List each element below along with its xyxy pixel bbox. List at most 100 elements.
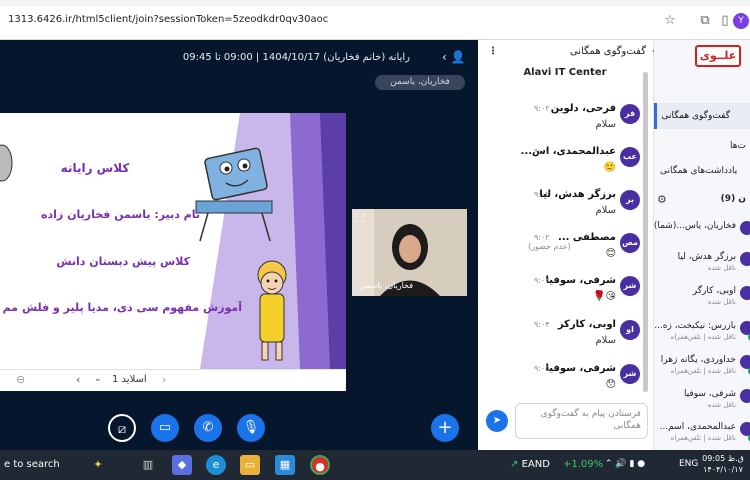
edge-icon[interactable]: e — [206, 455, 226, 475]
star-icon[interactable]: ☆ — [662, 13, 678, 29]
user-list-item[interactable]: اوبی، کارگر ناقل شده — [660, 284, 750, 318]
presentation-slide: کلاس رایانه نام دبیر: یاسمن فخاریان زاده… — [0, 113, 346, 369]
chat-message: او اوبی، کارکر ۹:۰۴ سلام — [490, 318, 640, 362]
message-text: 😯 — [605, 379, 616, 390]
user-avatar: شر — [620, 276, 640, 296]
webcam-video[interactable]: ⛶ فخاریان، یاسمن — [352, 209, 467, 296]
user-list-item[interactable]: برزگر هدش، لیا ناقل شده — [660, 250, 750, 284]
file-explorer-icon[interactable]: ▭ — [240, 455, 260, 475]
message-time: ۹:۰۲ — [534, 147, 550, 156]
slide-background — [0, 113, 346, 369]
message-text: 🌹😘 — [593, 291, 616, 302]
sidebar-icon[interactable]: ▯ — [717, 13, 733, 29]
fullscreen-icon[interactable]: ⛶ — [356, 212, 364, 226]
user-list-item[interactable]: خداوردی، یگانه زهرا ناقل شده | تلفن‌همرا… — [660, 353, 750, 387]
microphone-button[interactable]: 🎙 — [237, 414, 265, 442]
nav-item-chats[interactable]: ت‌ها — [660, 141, 750, 151]
slide-line-2: نام دبیر: یاسمن فخاریان زاده — [41, 208, 200, 221]
slide-line-3: کلاس پیش دبستان دانش — [56, 255, 190, 268]
slide-toolbar: ⊖ ‹ ⌄ اسلاید 1 › — [0, 369, 346, 391]
user-avatar: عب — [620, 147, 640, 167]
profile-avatar[interactable]: Y — [733, 13, 749, 29]
address-bar[interactable]: 1313.6426.ir/html5client/join?sessionTok… — [8, 14, 328, 25]
slide-line-4: آموزش مفهوم سی دی، مدیا پلیر و فلش مم — [2, 301, 242, 314]
message-sender: شرفی، سوفیا — [545, 275, 617, 286]
task-view-icon[interactable]: ▥ — [138, 455, 158, 475]
actions-plus-button[interactable]: + — [431, 414, 459, 442]
chat-welcome-banner: Alavi IT Center — [523, 67, 607, 78]
stock-name: EAND — [521, 459, 550, 470]
brand-logo: علــوی — [695, 45, 741, 67]
user-list-item[interactable]: بازرس: نیکبخت، زه... ناقل شده | تلفن‌همر… — [654, 319, 750, 353]
message-time: ۹:۰۴ — [534, 320, 550, 329]
meeting-title: رایانه (خانم فخاریان) 1404/10/17 | 09:00… — [182, 52, 410, 63]
user-status: ناقل شده — [707, 401, 736, 409]
chat-message: شر شرفی، سوفیا ۹:۰۵ 😯 — [490, 362, 640, 406]
message-time: ۹:۰۲ — [534, 190, 550, 199]
chat-message: شر شرفی، سوفیا ۹:۰۴ 🌹😘 — [490, 274, 640, 318]
user-list-item[interactable]: فخاریان، یاس...(شما) — [654, 219, 750, 253]
prev-slide-icon[interactable]: ‹ — [76, 373, 80, 386]
zoom-out-icon[interactable]: ⊖ — [16, 373, 25, 386]
user-name: شرفی، سوفیا — [683, 389, 736, 399]
user-name: فخاریان، یاس...(شما) — [653, 221, 736, 231]
user-avatar — [740, 221, 750, 235]
message-time: ۹:۰۵ — [534, 364, 550, 373]
taskbar-clock[interactable]: ق.ظ 09:05 ۱۴۰۴/۱۰/۱۷ — [700, 453, 746, 475]
store-icon[interactable]: ▦ — [275, 455, 295, 475]
user-avatar: شر — [620, 364, 640, 384]
message-time: ۹:۰۲ — [534, 233, 550, 242]
chat-scroll-thumb[interactable] — [643, 72, 648, 392]
chat-message: مص مصطفی ... ۹:۰۲ (عدم حضور) 😊 — [490, 231, 640, 275]
stock-change: +1.09% — [563, 459, 604, 470]
message-text: 😊 — [605, 248, 616, 259]
message-sender: فرحی، دلوین — [550, 103, 616, 114]
system-tray[interactable]: ⌃ 🔊 ▮ ● — [605, 459, 645, 469]
user-status: ناقل شده — [707, 264, 736, 272]
user-avatar — [740, 286, 750, 300]
user-status: ناقل شده | تلفن‌همراه — [670, 333, 736, 341]
user-avatar — [740, 252, 750, 266]
user-name: عبدالمحمدی، اسم... — [659, 422, 736, 432]
user-name: بازرس: نیکبخت، زه... — [654, 321, 736, 331]
user-avatar: مص — [620, 233, 640, 253]
user-avatar — [740, 389, 750, 403]
chat-message: فر فرحی، دلوین ۹:۰۲ سلام — [490, 102, 640, 146]
user-list-item[interactable]: شرفی، سوفیا ناقل شده — [660, 387, 750, 421]
send-message-button[interactable]: ➤ — [486, 410, 508, 432]
chat-message: بر برزگر هدش، لیا ۹:۰۲ سلام — [490, 188, 640, 232]
nav-item-public-chat[interactable]: گفت‌وگوی همگانی — [654, 103, 750, 129]
user-list-item[interactable]: عبدالمحمدی، اسم... ناقل شده | تلفن‌همراه — [660, 420, 750, 448]
taskbar-search[interactable]: e to search — [0, 454, 140, 476]
chat-options-icon[interactable]: ⋮ — [488, 46, 498, 57]
camera-button[interactable]: ▭ — [151, 414, 179, 442]
chat-title: گفت‌وگوی همگانی — [569, 46, 646, 57]
talking-indicator: فخاریان، یاسمن — [375, 75, 465, 90]
chat-message: عب عبدالمحمدی، اس... ۹:۰۲ 🙂 — [490, 145, 640, 189]
nav-item-shared-notes[interactable]: یادداشت‌های همگانی — [660, 166, 750, 176]
message-text: سلام — [595, 335, 616, 346]
next-slide-icon[interactable]: › — [162, 373, 166, 386]
message-time: ۹:۰۲ — [534, 104, 550, 113]
extensions-icon[interactable]: ⧉ — [697, 13, 713, 29]
phone-button[interactable]: ✆ — [194, 414, 222, 442]
search-highlight-icon[interactable]: ✦ — [88, 455, 108, 475]
users-toggle-icon[interactable]: ‹ 👤 — [442, 50, 466, 64]
user-name: اوبی، کارگر — [692, 286, 736, 296]
slide-select-chevron-icon[interactable]: ⌄ — [94, 374, 102, 384]
users-header: ن (9) — [720, 194, 746, 204]
chat-message-input[interactable]: فرستادن پیام به گفت‌وگوی همگانی — [515, 403, 648, 439]
message-text: سلام — [595, 205, 616, 216]
user-status: ناقل شده — [707, 298, 736, 306]
slide-selector[interactable]: اسلاید 1 — [112, 374, 147, 385]
clock-date: ۱۴۰۴/۱۰/۱۷ — [703, 465, 743, 474]
clock-ampm: ق.ظ 09:05 — [702, 454, 744, 463]
screen-share-button[interactable]: ⧄ — [108, 414, 136, 442]
language-indicator[interactable]: ENG — [679, 459, 698, 469]
webcam-name-label: فخاریان، یاسمن — [360, 281, 414, 290]
stock-ticker: ↗ EAND — [510, 459, 550, 470]
message-sender: شرفی، سوفیا — [545, 363, 617, 374]
stock-trend-icon: ↗ — [510, 459, 522, 470]
copilot-icon[interactable]: ◆ — [172, 455, 192, 475]
chrome-icon[interactable]: ● — [310, 455, 330, 475]
